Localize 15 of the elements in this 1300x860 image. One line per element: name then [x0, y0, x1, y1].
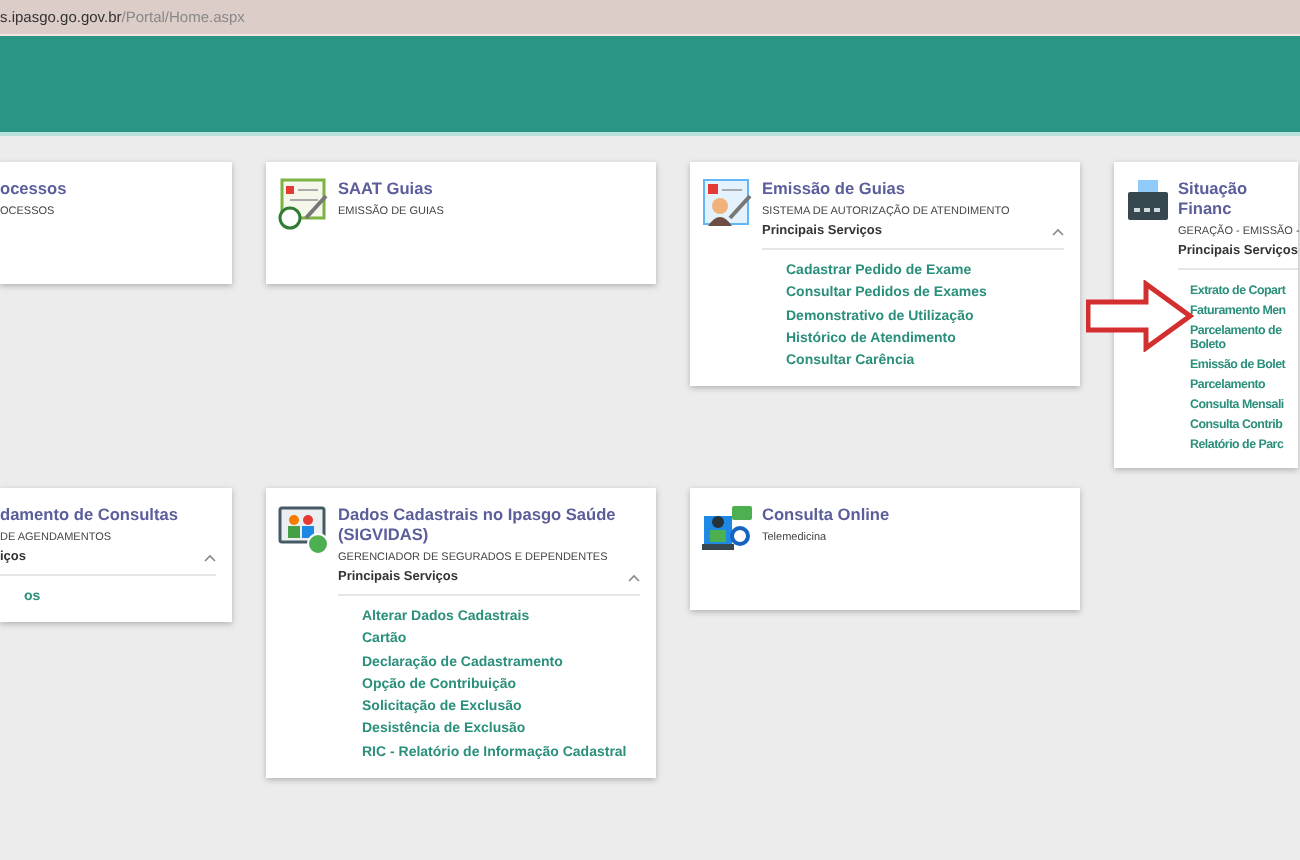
cash-register-icon [1126, 178, 1170, 222]
card-title[interactable]: Situação Financ [1178, 178, 1298, 218]
chevron-up-icon[interactable] [204, 553, 216, 561]
card-title[interactable]: Dados Cadastrais no Ipasgo Saúde (SIGVIDAS) [338, 504, 640, 544]
doctor-form-icon [702, 178, 754, 230]
card-title[interactable]: SAAT Guias [338, 178, 640, 198]
computer-users-icon [278, 504, 330, 556]
card-title[interactable]: Consulta Online [762, 504, 1064, 524]
card-title[interactable]: ocessos [0, 178, 216, 198]
chevron-up-icon[interactable] [628, 573, 640, 581]
telemedicine-icon [702, 504, 754, 556]
card-title[interactable]: damento de Consultas [0, 504, 216, 524]
medical-form-icon [278, 178, 330, 230]
chevron-up-icon[interactable] [1052, 227, 1064, 235]
card-title[interactable]: Emissão de Guias [762, 178, 1064, 198]
